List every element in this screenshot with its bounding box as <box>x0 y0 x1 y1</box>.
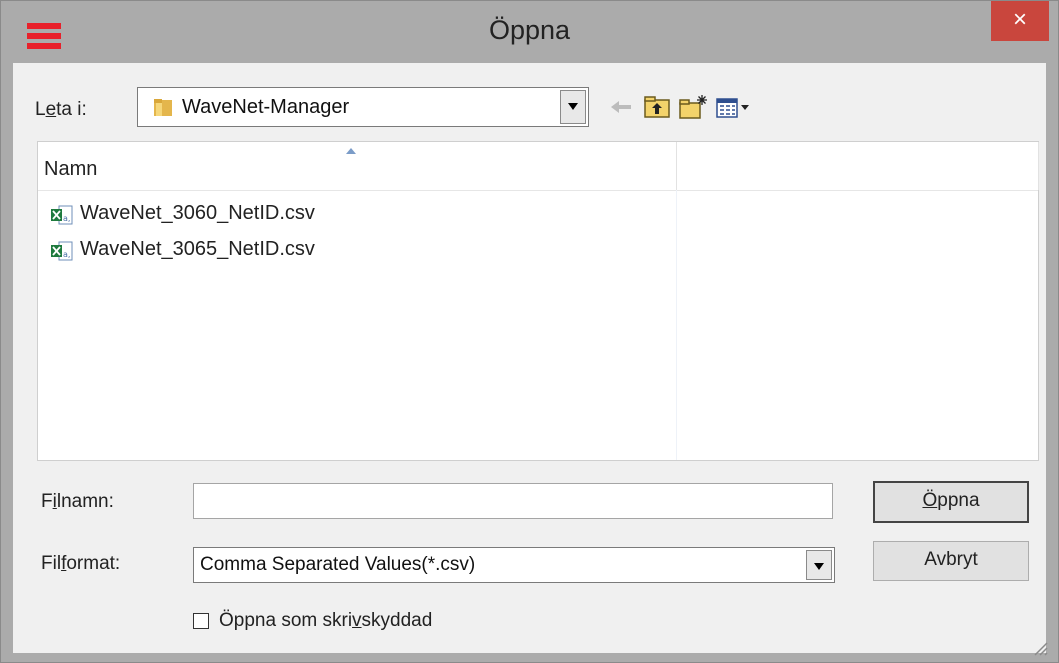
filename-input[interactable] <box>193 483 833 519</box>
readonly-checkbox[interactable] <box>193 613 209 629</box>
folder-icon <box>154 99 172 116</box>
look-in-dropdown[interactable]: WaveNet-Manager <box>137 87 589 127</box>
file-name: WaveNet_3060_NetID.csv <box>80 202 315 224</box>
csv-file-icon: a, <box>51 205 73 225</box>
dialog-title: Öppna <box>488 15 571 45</box>
column-divider <box>676 190 677 460</box>
svg-text:a,: a, <box>63 250 70 259</box>
new-folder-icon[interactable] <box>677 93 709 121</box>
cancel-button[interactable]: Avbryt <box>873 541 1029 581</box>
title-bar[interactable]: Öppna × <box>1 1 1058 63</box>
filetype-dropdown-arrow[interactable] <box>806 550 832 580</box>
open-button[interactable]: Öppna <box>873 481 1029 523</box>
column-header-name[interactable]: Namn <box>38 142 677 190</box>
view-menu-icon[interactable] <box>713 93 753 121</box>
column-header-name-label: Namn <box>44 158 98 180</box>
look-in-dropdown-arrow[interactable] <box>560 90 586 124</box>
svg-text:a,: a, <box>63 214 70 223</box>
csv-file-icon: a, <box>51 241 73 261</box>
file-list-item[interactable]: a, WaveNet_3065_NetID.csv <box>50 238 370 264</box>
look-in-label: Leta i: <box>35 99 87 120</box>
filename-label: Filnamn: <box>41 491 114 512</box>
file-name: WaveNet_3065_NetID.csv <box>80 238 315 260</box>
header-divider <box>38 190 1038 191</box>
file-list-view[interactable]: Namn a, WaveNet_3060_NetID.csv a, WaveNe… <box>37 141 1039 461</box>
column-header-empty[interactable] <box>676 142 1039 190</box>
back-arrow-icon[interactable] <box>605 93 637 121</box>
filetype-label: Filformat: <box>41 553 121 574</box>
filetype-dropdown[interactable]: Comma Separated Values(*.csv) <box>193 547 835 583</box>
sort-ascending-icon <box>346 148 356 154</box>
close-button[interactable]: × <box>991 1 1049 41</box>
readonly-label[interactable]: Öppna som skrivskyddad <box>219 610 432 632</box>
up-folder-icon[interactable] <box>641 93 673 121</box>
file-list-item[interactable]: a, WaveNet_3060_NetID.csv <box>50 202 370 228</box>
look-in-value: WaveNet-Manager <box>182 96 350 118</box>
resize-grip-icon[interactable] <box>1031 639 1049 657</box>
dialog-client-area: Leta i: WaveNet-Manager Namn a, WaveNet_… <box>13 63 1046 653</box>
filetype-value: Comma Separated Values(*.csv) <box>200 554 476 575</box>
open-dialog-window: Öppna × Leta i: WaveNet-Manager Namn a, … <box>0 0 1059 663</box>
